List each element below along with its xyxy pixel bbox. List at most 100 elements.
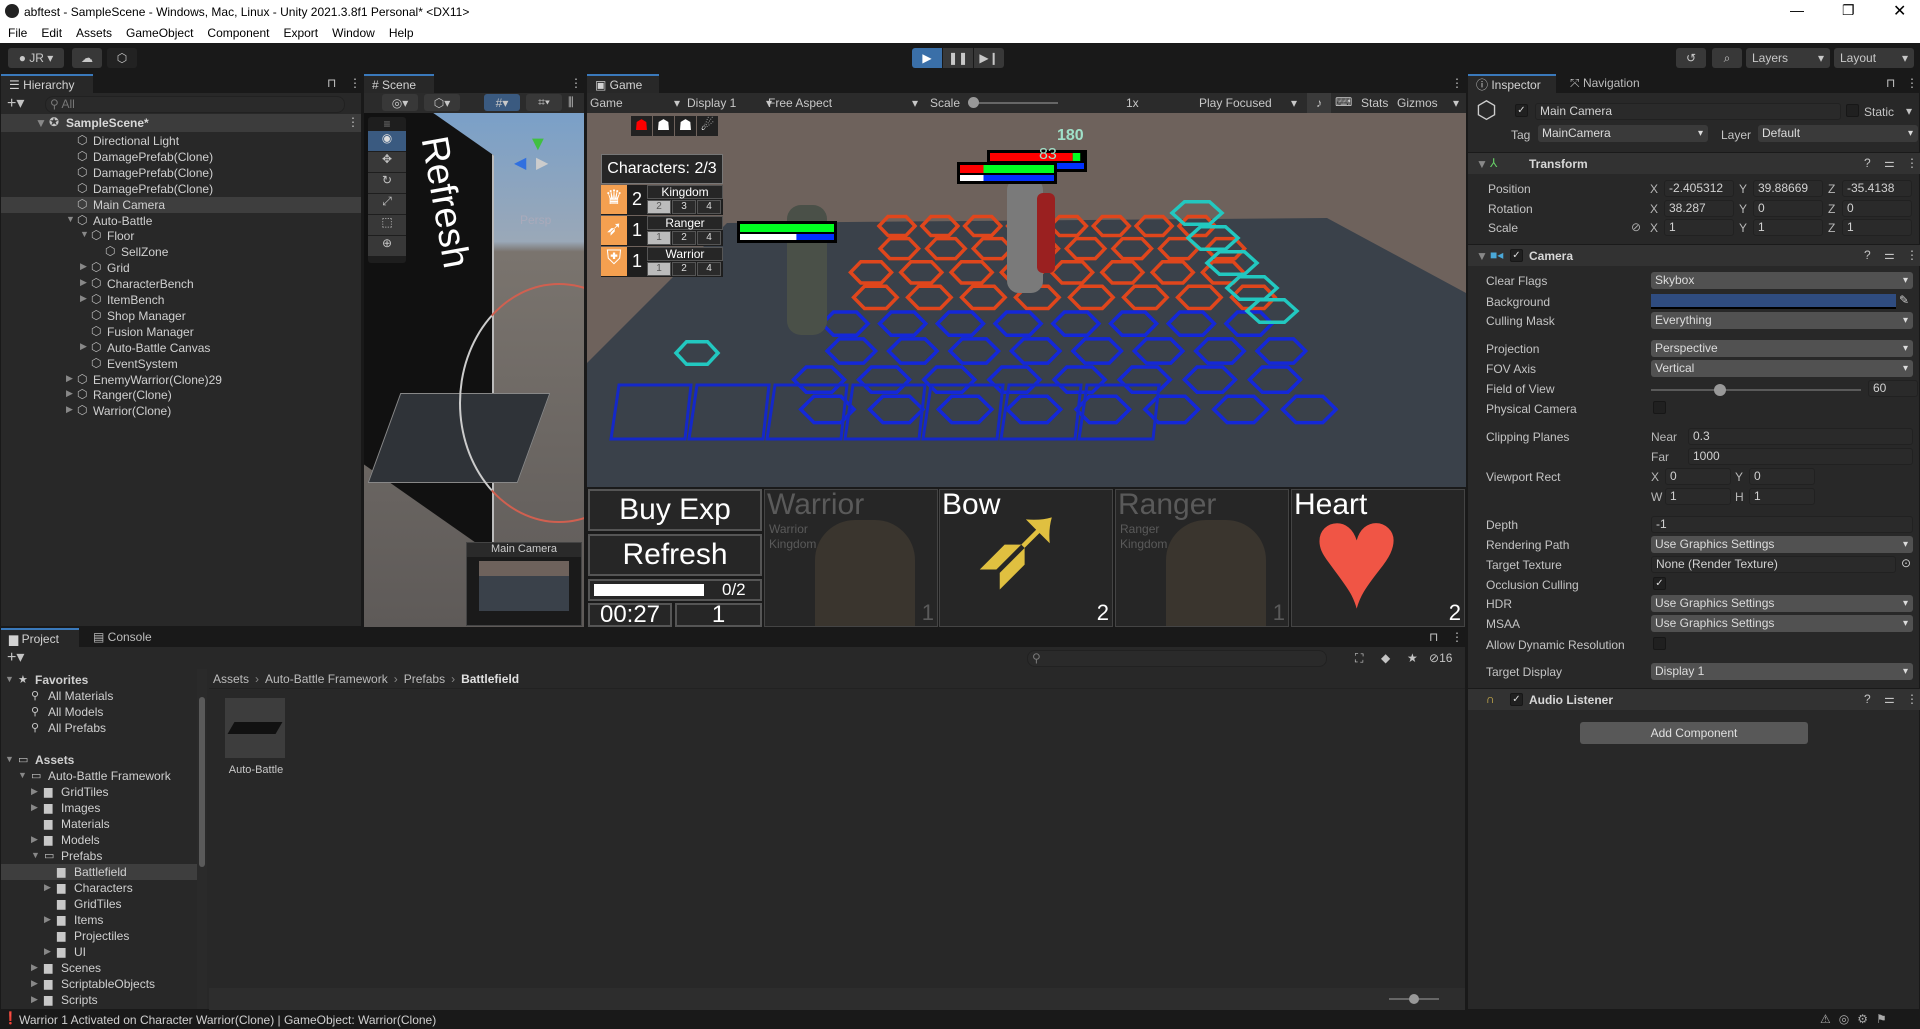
presets-icon[interactable]: ⚌ xyxy=(1884,248,1895,262)
target-texture-field[interactable]: None (Render Texture) xyxy=(1651,556,1896,573)
refresh-button[interactable]: Refresh xyxy=(588,534,762,576)
shop-card[interactable]: ➶ Bow 2 xyxy=(939,489,1113,627)
expand-arrow-icon[interactable]: ▼ xyxy=(5,754,14,764)
grid-snap-button[interactable]: #▾ xyxy=(484,94,520,111)
hierarchy-item[interactable]: ⬡ DamagePrefab(Clone) xyxy=(1,165,361,181)
more-menu-icon[interactable]: ⋮ xyxy=(1451,630,1463,644)
lock-icon[interactable]: ⊓ xyxy=(327,76,336,90)
mute-audio-icon[interactable]: ♪ xyxy=(1307,93,1331,113)
target-display-dropdown[interactable]: Display 1 xyxy=(1651,663,1913,680)
rendering-path-dropdown[interactable]: Use Graphics Settings xyxy=(1651,536,1913,553)
expand-arrow-icon[interactable]: ▼ xyxy=(80,229,89,239)
hierarchy-item[interactable]: ▼ ⬡ Auto-Battle xyxy=(1,213,361,229)
fov-value-field[interactable]: 60 xyxy=(1868,380,1918,397)
play-mode-dropdown[interactable]: Play Focused ▾ xyxy=(1199,96,1297,110)
audio-listener-checkbox[interactable]: ✓ xyxy=(1510,693,1523,706)
collapse-arrow-icon[interactable]: ▶ xyxy=(31,786,38,797)
expand-arrow-icon[interactable]: ▼ xyxy=(5,674,14,684)
menu-window[interactable]: Window xyxy=(324,23,381,40)
project-tree-item[interactable]: ▶ ▆ Models xyxy=(1,832,197,848)
collab-button[interactable]: ⬡ xyxy=(107,48,137,68)
collapse-arrow-icon[interactable]: ▶ xyxy=(31,834,38,845)
asset-item[interactable]: Auto-Battle xyxy=(225,698,287,776)
camera-enabled-checkbox[interactable]: ✓ xyxy=(1510,249,1523,262)
transform-y-field[interactable]: 0 xyxy=(1753,199,1823,217)
ruler-icon[interactable]: ⫼ xyxy=(568,95,574,110)
viewport-h-field[interactable]: 1 xyxy=(1749,488,1815,505)
msaa-dropdown[interactable]: Use Graphics Settings xyxy=(1651,615,1913,632)
hierarchy-item[interactable]: ▶ ⬡ EnemyWarrior(Clone)29 xyxy=(1,372,361,388)
hierarchy-item[interactable]: ▼ ⬡ Floor xyxy=(1,228,361,244)
rotate-tool-icon[interactable]: ↻ xyxy=(368,173,406,193)
transform-z-field[interactable]: -35.4138 xyxy=(1842,180,1912,197)
more-menu-icon[interactable]: ⋮ xyxy=(1451,76,1463,90)
add-component-button[interactable]: Add Component xyxy=(1580,722,1808,744)
more-menu-icon[interactable]: ⋮ xyxy=(1906,76,1918,90)
collapse-arrow-icon[interactable]: ▶ xyxy=(31,962,38,973)
collapse-arrow-icon[interactable]: ▶ xyxy=(80,341,87,352)
menu-edit[interactable]: Edit xyxy=(33,23,68,40)
collapse-arrow-icon[interactable]: ▶ xyxy=(31,978,38,989)
project-search-input[interactable]: ⚲ xyxy=(1027,650,1327,667)
project-tree-item[interactable]: ▶ ▆ Images xyxy=(1,800,197,816)
play-button[interactable]: ▶ xyxy=(912,48,942,68)
help-icon[interactable]: ? xyxy=(1864,156,1871,170)
hierarchy-item[interactable]: ▶ ⬡ ItemBench xyxy=(1,292,361,308)
object-name-field[interactable]: Main Camera xyxy=(1535,103,1841,120)
stats-button[interactable]: Stats xyxy=(1361,96,1388,110)
scale-tool-icon[interactable]: ⤢ xyxy=(368,194,406,214)
project-tree-item[interactable]: ▆ GridTiles xyxy=(1,896,197,912)
tag-dropdown[interactable]: MainCamera xyxy=(1538,125,1708,142)
collapse-arrow-icon[interactable]: ▶ xyxy=(66,388,73,399)
project-tree-item[interactable]: ▶ ▆ Characters xyxy=(1,880,197,896)
menu-export[interactable]: Export xyxy=(275,23,324,40)
project-tree-item[interactable]: ▶ ▆ ScriptableObjects xyxy=(1,976,197,992)
component-menu-icon[interactable]: ⋮ xyxy=(1906,248,1918,262)
breadcrumb-item[interactable]: Auto-Battle Framework xyxy=(265,672,388,686)
breadcrumb-item[interactable]: Prefabs xyxy=(404,672,445,686)
history-button[interactable]: ↺ xyxy=(1676,48,1706,68)
cloud-button[interactable]: ☁ xyxy=(72,48,102,68)
transform-x-field[interactable]: 38.287 xyxy=(1664,199,1734,217)
menu-assets[interactable]: Assets xyxy=(68,23,118,40)
gizmos-button[interactable]: Gizmos xyxy=(1397,96,1438,110)
collapse-arrow-icon[interactable]: ▼ xyxy=(1476,157,1488,171)
camera-header[interactable]: ▼ ■◂ ✓ Camera ? ⚌ ⋮ xyxy=(1468,244,1920,266)
fov-axis-dropdown[interactable]: Vertical xyxy=(1651,360,1913,377)
hierarchy-search-input[interactable]: ⚲ All xyxy=(45,96,345,113)
layers-dropdown[interactable]: Layers ▾ xyxy=(1746,48,1830,68)
project-tree-item[interactable]: ▶ ▆ Items xyxy=(1,912,197,928)
expand-arrow-icon[interactable]: ▼ xyxy=(35,116,47,130)
fov-slider-handle[interactable] xyxy=(1714,384,1727,396)
project-tree-item[interactable]: ▼ ▭ Prefabs xyxy=(1,848,197,864)
hidden-packages-icon[interactable]: ⊘16 xyxy=(1429,651,1452,665)
expand-arrow-icon[interactable]: ▼ xyxy=(18,770,27,780)
transform-x-field[interactable]: 1 xyxy=(1664,219,1734,236)
rect-tool-icon[interactable]: ⬚ xyxy=(368,215,406,235)
step-button[interactable]: ▶❙ xyxy=(974,48,1004,68)
tree-scrollbar[interactable] xyxy=(197,669,207,1009)
active-checkbox[interactable]: ✓ xyxy=(1515,104,1528,117)
project-tree-item[interactable]: ▆ Battlefield xyxy=(1,864,197,880)
keyboard-icon[interactable]: ⌨ xyxy=(1335,95,1352,109)
hierarchy-item[interactable]: ⬡ SellZone xyxy=(1,244,361,260)
static-dropdown-icon[interactable]: ▾ xyxy=(1906,104,1912,118)
collapse-arrow-icon[interactable]: ▶ xyxy=(44,946,51,957)
shop-card[interactable]: Warrior Warrior Kingdom 1 xyxy=(764,489,938,627)
object-picker-icon[interactable]: ⊙ xyxy=(1901,556,1911,570)
hierarchy-item[interactable]: ⬡ Fusion Manager xyxy=(1,324,361,340)
constrain-proportions-icon[interactable]: ⊘ xyxy=(1631,220,1641,234)
dynamic-resolution-checkbox[interactable] xyxy=(1653,637,1666,650)
search-button[interactable]: ⌕ xyxy=(1712,48,1742,68)
draw-mode-button[interactable]: ◎▾ xyxy=(382,94,418,111)
more-menu-icon[interactable]: ⋮ xyxy=(349,76,361,90)
collapse-arrow-icon[interactable]: ▶ xyxy=(80,261,87,272)
depth-field[interactable]: -1 xyxy=(1651,516,1913,533)
hierarchy-item[interactable]: ▶ ⬡ Ranger(Clone) xyxy=(1,387,361,403)
transform-y-field[interactable]: 39.88669 xyxy=(1753,180,1823,197)
culling-mask-dropdown[interactable]: Everything xyxy=(1651,312,1913,329)
help-icon[interactable]: ? xyxy=(1864,692,1871,706)
hdr-dropdown[interactable]: Use Graphics Settings xyxy=(1651,595,1913,612)
presets-icon[interactable]: ⚌ xyxy=(1884,692,1895,706)
projection-dropdown[interactable]: Perspective xyxy=(1651,340,1913,357)
